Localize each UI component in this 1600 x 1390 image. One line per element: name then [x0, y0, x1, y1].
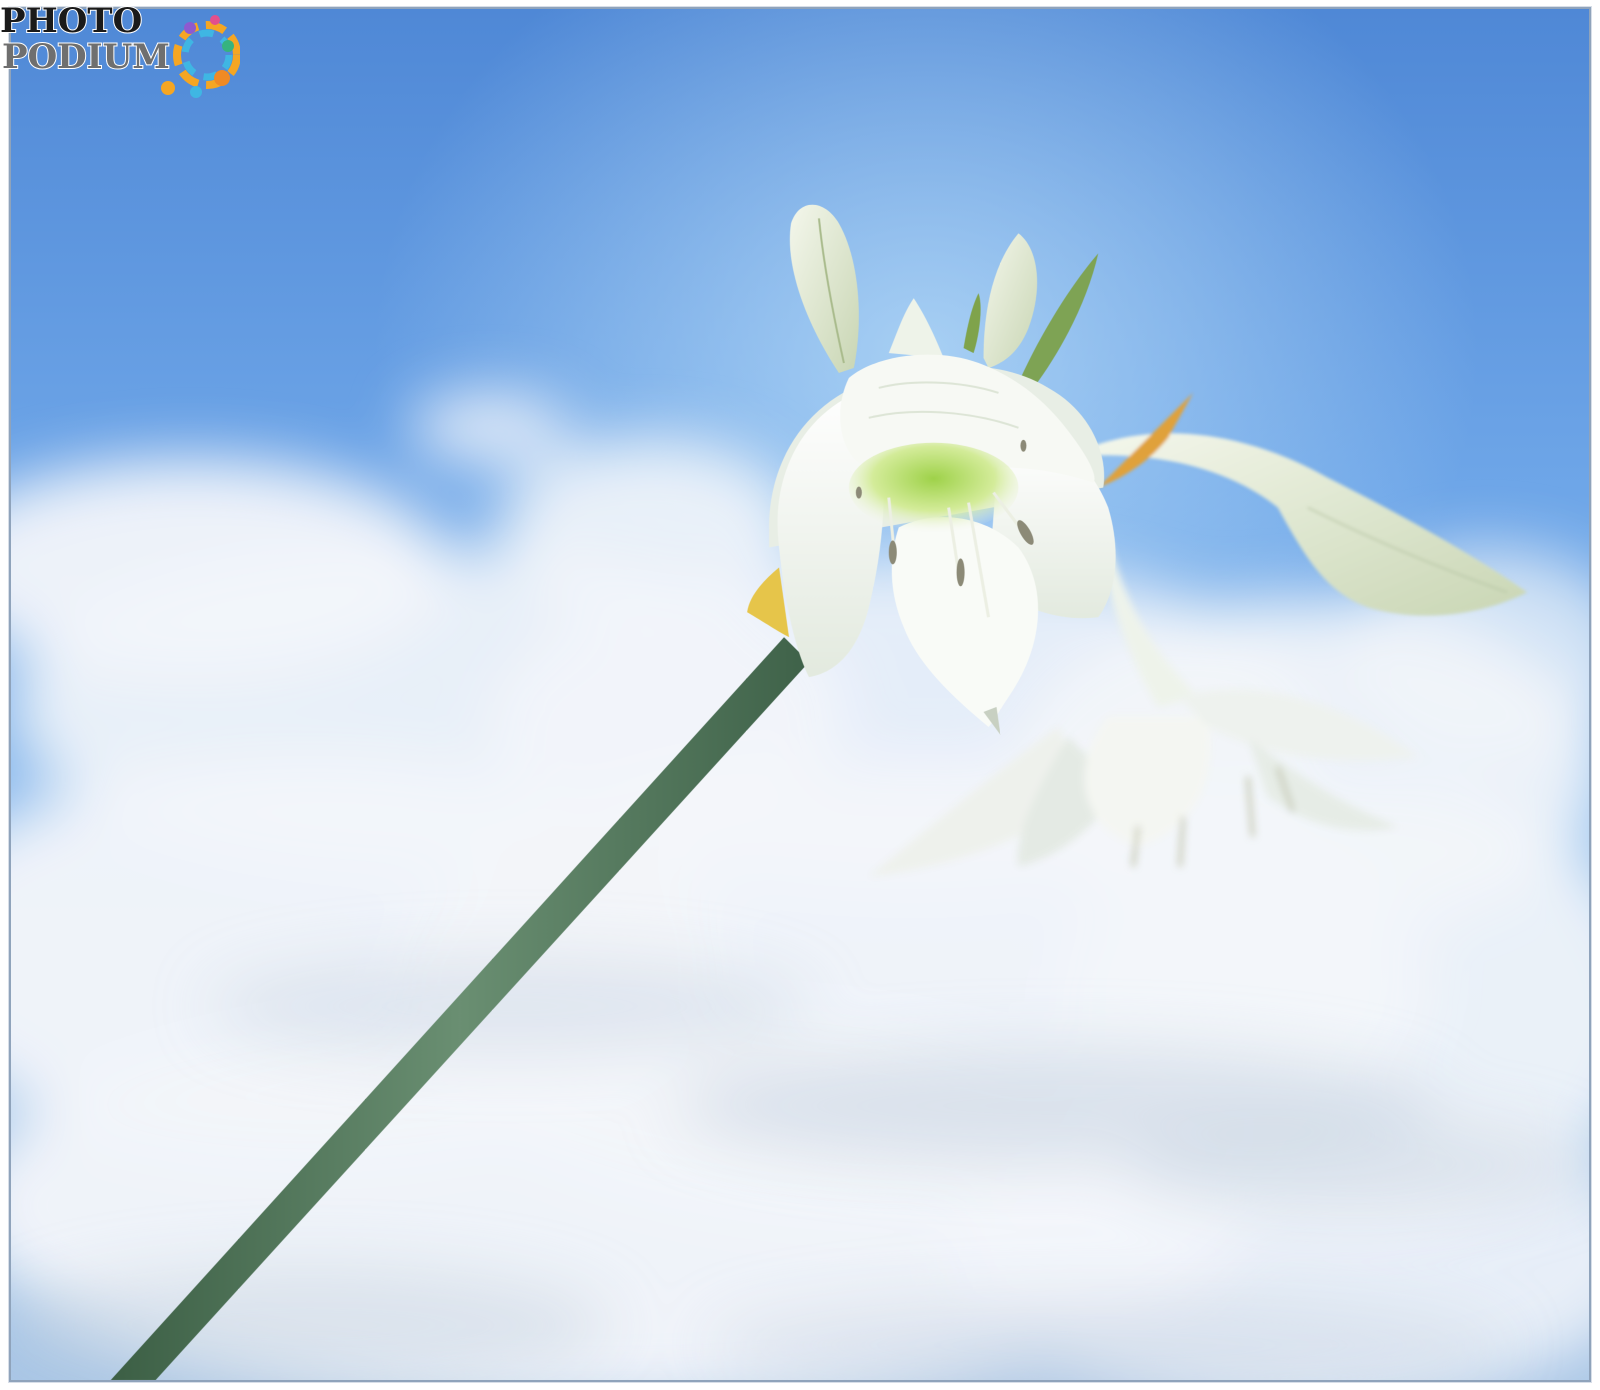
- logo-color-circle: [161, 15, 240, 98]
- photopodium-logo: PHOTO PODIUM: [0, 0, 240, 105]
- photo-frame: PHOTO PODIUM: [0, 0, 1600, 1390]
- flower-scene: [11, 9, 1589, 1380]
- logo-text-podium: PODIUM: [2, 37, 170, 77]
- logo-text-photo: PHOTO: [0, 1, 142, 41]
- photograph: [9, 7, 1591, 1382]
